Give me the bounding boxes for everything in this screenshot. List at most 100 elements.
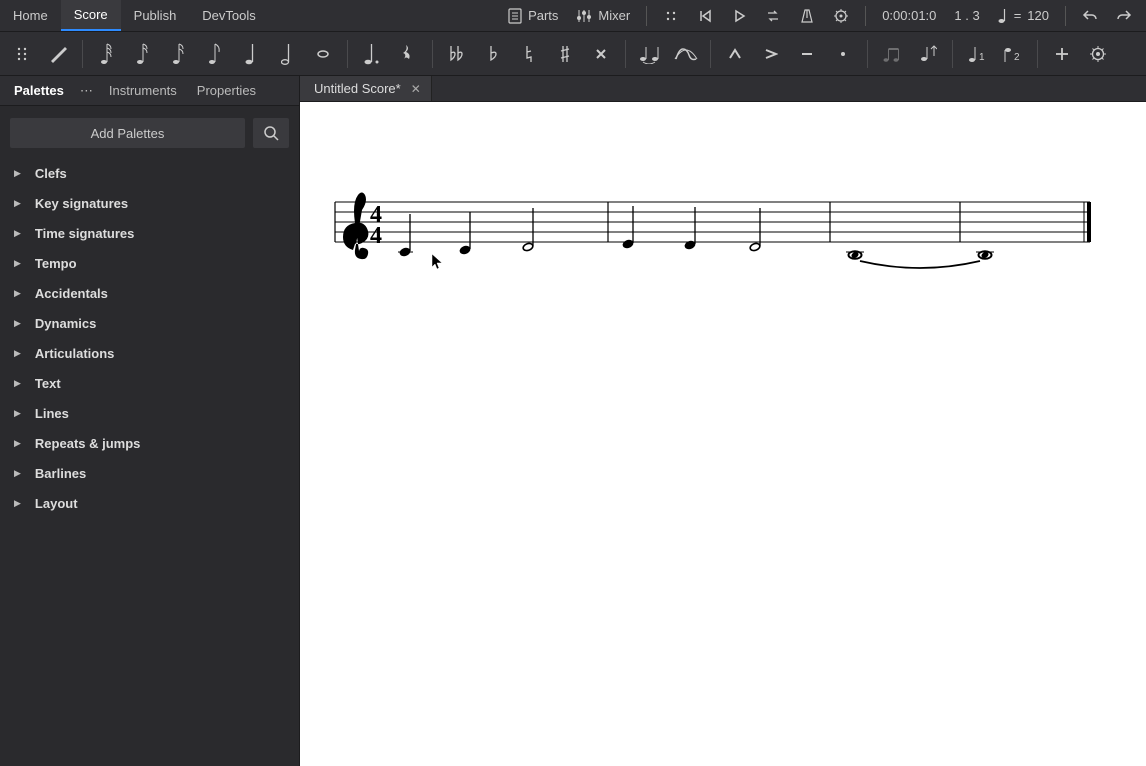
palette-list: ▶Clefs ▶Key signatures ▶Time signatures … <box>0 158 299 766</box>
duration-64th-button[interactable] <box>89 36 125 72</box>
drag-handle-icon[interactable] <box>657 2 685 30</box>
separator <box>1037 40 1038 68</box>
chevron-right-icon: ▶ <box>14 378 21 389</box>
chevron-right-icon: ▶ <box>14 438 21 449</box>
svg-text:1: 1 <box>979 52 985 63</box>
tenuto-button[interactable] <box>789 36 825 72</box>
palette-item-layout[interactable]: ▶Layout <box>0 488 299 518</box>
flip-button[interactable] <box>910 36 946 72</box>
tie-button[interactable] <box>632 36 668 72</box>
tempo-equals: = <box>1014 8 1022 23</box>
tempo-display[interactable]: = 120 <box>992 0 1055 31</box>
palette-item-barlines[interactable]: ▶Barlines <box>0 458 299 488</box>
marcato-button[interactable] <box>717 36 753 72</box>
menu-item-home[interactable]: Home <box>0 0 61 31</box>
sidebar-tabs: Palettes ⋯ Instruments Properties <box>0 76 299 106</box>
palette-item-tempo[interactable]: ▶Tempo <box>0 248 299 278</box>
redo-button[interactable] <box>1110 2 1138 30</box>
svg-text:2: 2 <box>1014 52 1020 63</box>
menu-item-score[interactable]: Score <box>61 0 121 31</box>
palette-search-button[interactable] <box>253 118 289 148</box>
voice-2-button[interactable]: 2 <box>995 36 1031 72</box>
duration-8th-button[interactable] <box>197 36 233 72</box>
duration-16th-button[interactable] <box>161 36 197 72</box>
metronome-button[interactable] <box>793 2 821 30</box>
sidebar-tab-more-icon[interactable]: ⋯ <box>74 83 99 99</box>
chevron-right-icon: ▶ <box>14 318 21 329</box>
sidebar-tab-palettes[interactable]: Palettes <box>4 76 74 105</box>
natural-button[interactable] <box>511 36 547 72</box>
sidebar: Palettes ⋯ Instruments Properties Add Pa… <box>0 76 300 766</box>
loop-button[interactable] <box>759 2 787 30</box>
time-position-display[interactable]: 0:00:01:0 <box>876 0 942 31</box>
score-canvas[interactable]: 4 4 <box>300 102 1146 766</box>
menu-bar-right: Parts Mixer 0:00:01:0 1 . 3 = 120 <box>502 0 1146 31</box>
tuplet-button[interactable] <box>874 36 910 72</box>
chevron-right-icon: ▶ <box>14 198 21 209</box>
chevron-right-icon: ▶ <box>14 168 21 179</box>
duration-half-button[interactable] <box>269 36 305 72</box>
parts-label: Parts <box>528 8 558 23</box>
palette-item-lines[interactable]: ▶Lines <box>0 398 299 428</box>
chevron-right-icon: ▶ <box>14 348 21 359</box>
palette-item-dynamics[interactable]: ▶Dynamics <box>0 308 299 338</box>
double-sharp-button[interactable] <box>583 36 619 72</box>
menu-item-publish[interactable]: Publish <box>121 0 190 31</box>
mixer-label: Mixer <box>598 8 630 23</box>
document-icon <box>508 8 522 24</box>
toolbar-drag-handle[interactable] <box>4 36 40 72</box>
separator <box>710 40 711 68</box>
separator <box>865 6 866 26</box>
palette-item-key-signatures[interactable]: ▶Key signatures <box>0 188 299 218</box>
chevron-right-icon: ▶ <box>14 408 21 419</box>
document-tab[interactable]: Untitled Score* ✕ <box>300 76 432 101</box>
palette-item-accidentals[interactable]: ▶Accidentals <box>0 278 299 308</box>
separator <box>82 40 83 68</box>
sharp-button[interactable] <box>547 36 583 72</box>
sidebar-tab-properties[interactable]: Properties <box>187 76 266 105</box>
chevron-right-icon: ▶ <box>14 288 21 299</box>
duration-quarter-button[interactable] <box>233 36 269 72</box>
beat-position-display[interactable]: 1 . 3 <box>948 0 985 31</box>
parts-button[interactable]: Parts <box>502 0 564 31</box>
staccato-button[interactable] <box>825 36 861 72</box>
main-area: Palettes ⋯ Instruments Properties Add Pa… <box>0 76 1146 766</box>
sidebar-tab-instruments[interactable]: Instruments <box>99 76 187 105</box>
add-button[interactable] <box>1044 36 1080 72</box>
separator <box>646 6 647 26</box>
double-flat-button[interactable] <box>439 36 475 72</box>
separator <box>347 40 348 68</box>
rest-button[interactable] <box>390 36 426 72</box>
chevron-right-icon: ▶ <box>14 258 21 269</box>
play-button[interactable] <box>725 2 753 30</box>
slur-button[interactable] <box>668 36 704 72</box>
playback-settings-button[interactable] <box>827 2 855 30</box>
separator <box>952 40 953 68</box>
add-palettes-button[interactable]: Add Palettes <box>10 118 245 148</box>
separator <box>432 40 433 68</box>
menu-item-devtools[interactable]: DevTools <box>189 0 268 31</box>
document-tabs: Untitled Score* ✕ <box>300 76 1146 102</box>
separator <box>867 40 868 68</box>
palette-item-text[interactable]: ▶Text <box>0 368 299 398</box>
accent-button[interactable] <box>753 36 789 72</box>
voice-1-button[interactable]: 1 <box>959 36 995 72</box>
undo-button[interactable] <box>1076 2 1104 30</box>
duration-32nd-button[interactable] <box>125 36 161 72</box>
content-area: Untitled Score* ✕ <box>300 76 1146 766</box>
palette-item-time-signatures[interactable]: ▶Time signatures <box>0 218 299 248</box>
flat-button[interactable] <box>475 36 511 72</box>
separator <box>625 40 626 68</box>
palette-item-repeats-jumps[interactable]: ▶Repeats & jumps <box>0 428 299 458</box>
close-icon[interactable]: ✕ <box>411 82 421 96</box>
score-svg: 4 4 <box>300 172 1146 372</box>
palette-item-articulations[interactable]: ▶Articulations <box>0 338 299 368</box>
duration-whole-button[interactable] <box>305 36 341 72</box>
search-icon <box>263 125 279 141</box>
note-input-button[interactable] <box>40 36 76 72</box>
dot-button[interactable] <box>354 36 390 72</box>
rewind-button[interactable] <box>691 2 719 30</box>
palette-item-clefs[interactable]: ▶Clefs <box>0 158 299 188</box>
mixer-button[interactable]: Mixer <box>570 0 636 31</box>
toolbar-settings-button[interactable] <box>1080 36 1116 72</box>
